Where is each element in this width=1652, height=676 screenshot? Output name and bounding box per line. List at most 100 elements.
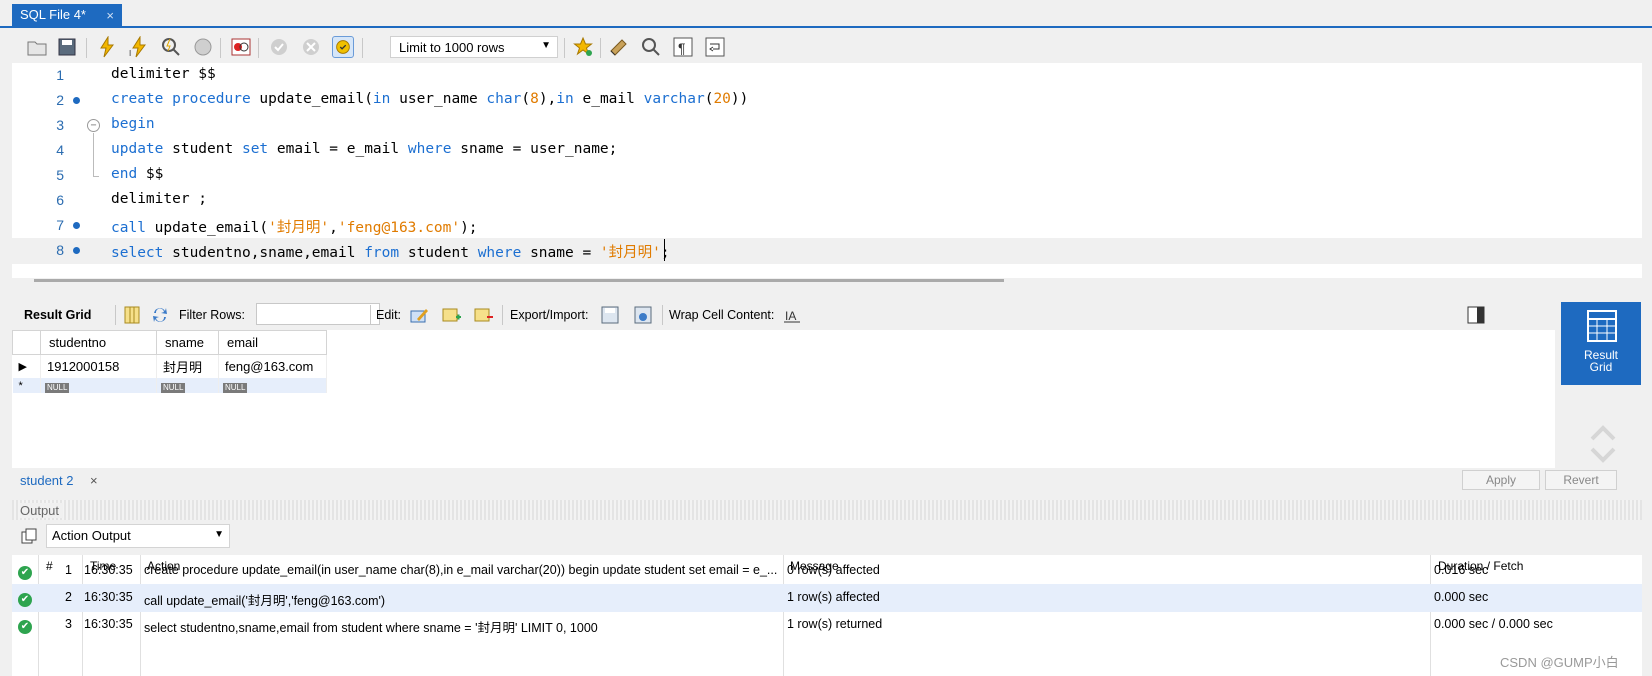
table-cell[interactable]: 1912000158 <box>40 354 157 378</box>
output-row[interactable]: ✔ 2 16:30:35 call update_email('封月明','fe… <box>12 584 1642 612</box>
output-action: select studentno,sname,email from studen… <box>144 621 598 635</box>
fold-toggle-icon[interactable]: − <box>87 119 100 132</box>
export-icon[interactable] <box>600 305 620 325</box>
output-message: 0 row(s) affected <box>787 563 880 577</box>
toolbar-separator <box>115 305 116 325</box>
output-time: 16:30:35 <box>84 563 133 577</box>
execute-current-icon[interactable]: I <box>128 36 150 58</box>
close-tab-icon[interactable]: × <box>90 473 98 488</box>
result-grid[interactable]: studentno sname email ▶ 1912000158 封月明 f… <box>12 330 1555 468</box>
apply-button[interactable]: Apply <box>1462 470 1540 490</box>
editor-line[interactable]: 8 select studentno,sname,email from stude… <box>12 238 1642 264</box>
result-grid-label[interactable]: Result Grid <box>24 308 91 322</box>
column-header[interactable]: email <box>218 330 327 355</box>
toolbar-separator <box>564 38 565 58</box>
new-row[interactable]: * NULL NULL NULL <box>12 378 327 393</box>
null-cell[interactable]: NULL <box>156 378 219 393</box>
statement-marker-icon <box>73 222 80 229</box>
null-cell[interactable]: NULL <box>40 378 157 393</box>
editor-line[interactable]: 1 delimiter $$ <box>12 63 1642 89</box>
editor-line[interactable]: 7 call update_email('封月明','feng@163.com')… <box>12 213 1642 239</box>
null-cell[interactable]: NULL <box>218 378 327 393</box>
code-text: delimiter $$ <box>111 66 216 82</box>
output-row[interactable]: ✔ 3 16:30:35 select studentno,sname,emai… <box>12 611 1642 639</box>
result-toolbar: Result Grid Filter Rows: Edit: Export/Im… <box>12 300 1572 330</box>
line-number: 5 <box>56 167 64 183</box>
toolbar-separator <box>86 38 87 58</box>
refresh-icon[interactable] <box>150 305 170 325</box>
table-cell[interactable]: feng@163.com <box>218 354 327 378</box>
output-duration: 0.000 sec <box>1434 590 1489 604</box>
output-time: 16:30:35 <box>84 590 133 604</box>
find-icon[interactable] <box>640 36 662 58</box>
output-num: 2 <box>65 590 72 604</box>
limit-rows-select[interactable]: Limit to 1000 rows ▼ <box>390 36 558 58</box>
toolbar-separator <box>502 305 503 325</box>
import-icon[interactable] <box>633 305 653 325</box>
line-number: 1 <box>56 67 64 83</box>
add-bookmark-icon[interactable] <box>572 36 594 58</box>
toggle-panel-icon[interactable] <box>1466 305 1486 325</box>
output-num: 1 <box>65 563 72 577</box>
output-table[interactable]: # Time Action Message Duration / Fetch ✔… <box>12 555 1642 676</box>
filter-rows-input[interactable] <box>256 303 380 325</box>
output-label: Output <box>20 503 64 518</box>
open-folder-icon[interactable] <box>26 36 48 58</box>
toolbar-separator <box>258 38 259 58</box>
null-badge: NULL <box>45 383 70 393</box>
grid-view-icon[interactable] <box>122 305 142 325</box>
table-row[interactable]: ▶ 1912000158 封月明 feng@163.com <box>12 354 327 378</box>
code-text: delimiter ; <box>111 191 208 207</box>
column-header[interactable]: sname <box>156 330 219 355</box>
column-header[interactable]: studentno <box>40 330 157 355</box>
tab-student-2[interactable]: student 2 <box>20 473 74 488</box>
output-row[interactable]: ✔ 1 16:30:35 create procedure update_ema… <box>12 557 1642 585</box>
close-tab-icon[interactable]: × <box>106 8 114 23</box>
line-number: 2 <box>56 92 64 108</box>
output-type-value: Action Output <box>52 528 131 543</box>
success-check-icon: ✔ <box>18 593 32 607</box>
add-row-icon[interactable] <box>441 305 461 325</box>
commit-icon[interactable] <box>268 36 290 58</box>
wrap-icon[interactable] <box>704 36 726 58</box>
stop-icon[interactable] <box>192 36 214 58</box>
table-cell[interactable]: 封月明 <box>156 354 219 378</box>
toggle-error-icon[interactable] <box>230 36 252 58</box>
fold-guide <box>93 133 94 176</box>
code-text: select studentno,sname,email from studen… <box>111 245 670 261</box>
editor-line[interactable]: 5 end $$ <box>12 163 1642 189</box>
chevron-down-icon: ▼ <box>214 529 224 540</box>
chevron-down-icon: ▼ <box>541 40 551 51</box>
statement-marker-icon <box>73 247 80 254</box>
edit-row-icon[interactable] <box>409 305 429 325</box>
invisible-chars-icon[interactable]: ¶ <box>672 36 694 58</box>
line-number: 6 <box>56 192 64 208</box>
editor-line[interactable]: 3 − begin <box>12 113 1642 139</box>
tab-sql-file[interactable]: SQL File 4* × <box>12 4 122 28</box>
toolbar-separator <box>662 305 663 325</box>
editor-line[interactable]: 4 update student set email = e_mail where… <box>12 138 1642 164</box>
rollback-icon[interactable] <box>300 36 322 58</box>
save-icon[interactable] <box>56 36 78 58</box>
scroll-arrows-icon[interactable] <box>1589 424 1617 464</box>
code-text: begin <box>111 116 155 132</box>
null-badge: NULL <box>161 383 186 393</box>
output-num: 3 <box>65 617 72 631</box>
sql-editor[interactable]: 1 delimiter $$ 2 create procedure update_em… <box>12 63 1642 278</box>
beautify-icon[interactable] <box>608 36 630 58</box>
editor-line[interactable]: 6 delimiter ; <box>12 188 1642 214</box>
delete-row-icon[interactable] <box>473 305 493 325</box>
editor-line[interactable]: 2 create procedure update_email(in user_n… <box>12 88 1642 114</box>
wrap-cell-icon[interactable]: IA <box>782 305 802 325</box>
code-text: call update_email('封月明','feng@163.com'); <box>111 220 478 236</box>
result-grid-button[interactable]: Result Grid <box>1561 302 1641 385</box>
explain-icon[interactable] <box>160 36 182 58</box>
copy-icon[interactable] <box>20 527 38 545</box>
current-row-marker-icon: ▶ <box>12 354 41 378</box>
editor-horizontal-scrollbar[interactable] <box>34 279 1004 282</box>
toolbar-separator <box>362 38 363 58</box>
autocommit-icon[interactable] <box>332 36 354 58</box>
output-type-select[interactable]: Action Output ▼ <box>46 524 230 548</box>
revert-button[interactable]: Revert <box>1545 470 1617 490</box>
execute-icon[interactable] <box>96 36 118 58</box>
